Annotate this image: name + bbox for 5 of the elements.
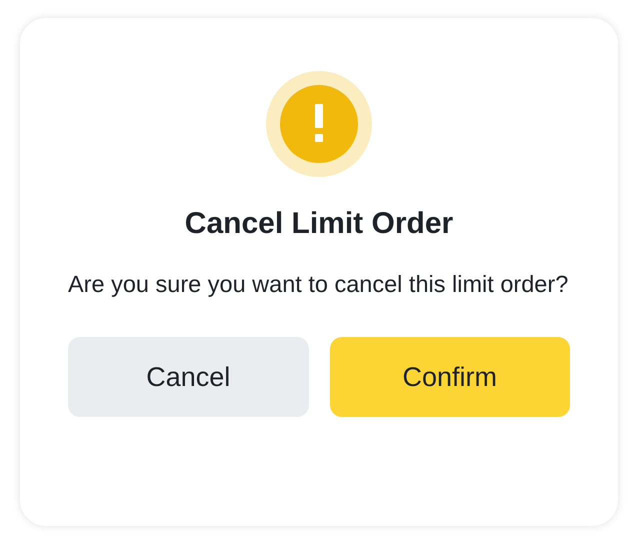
confirm-button[interactable]: Confirm: [330, 337, 570, 417]
dialog-message: Are you sure you want to cancel this limit order?: [68, 270, 570, 299]
dialog-title: Cancel Limit Order: [184, 206, 454, 242]
cancel-button[interactable]: Cancel: [68, 337, 308, 417]
warning-icon: [265, 70, 373, 178]
